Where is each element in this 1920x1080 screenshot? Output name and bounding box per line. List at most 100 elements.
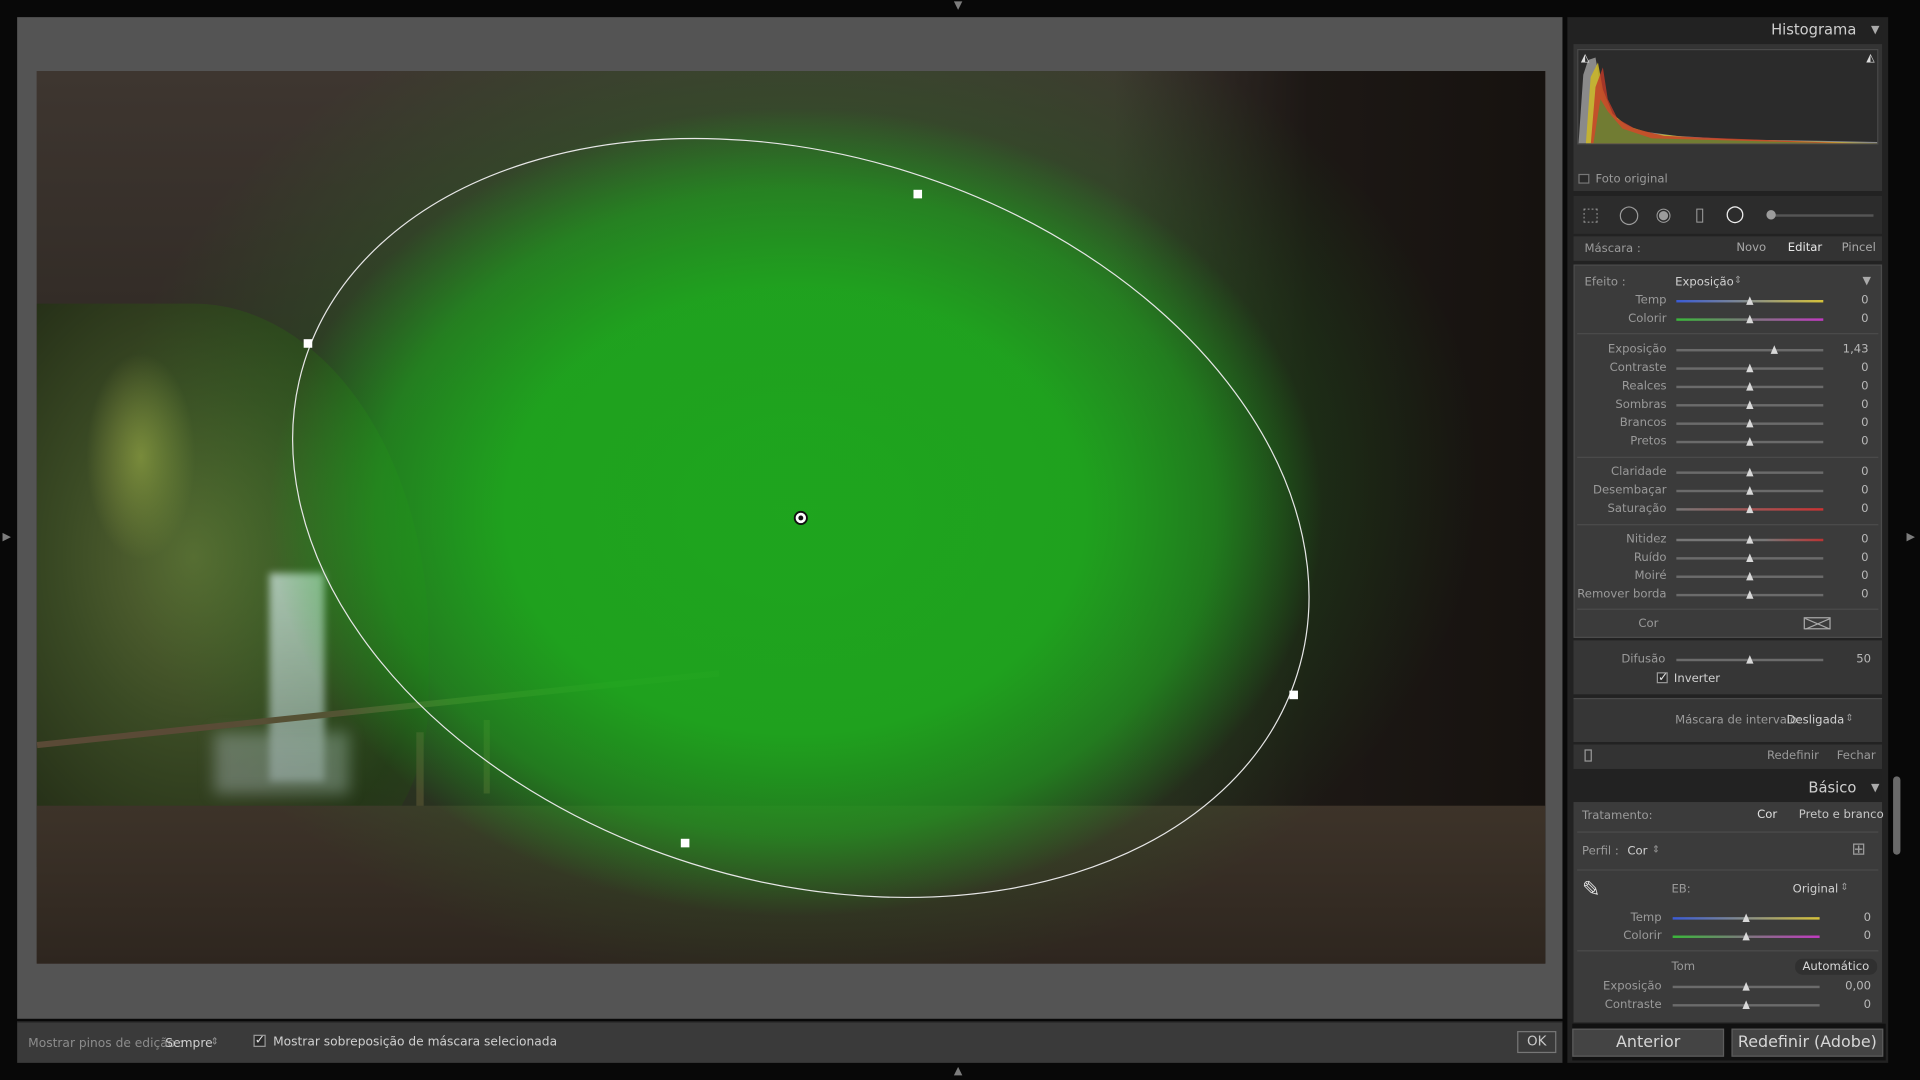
brush-tool-icon[interactable]: ● [1766,208,1777,221]
mask-reset-button[interactable]: Redefinir [1767,749,1819,762]
slider-thumb[interactable] [1745,590,1753,599]
crop-tool-icon[interactable]: ⬚ [1582,203,1599,225]
effect-updown-icon[interactable]: ⇕ [1734,274,1742,285]
mask-brush-button[interactable]: Pincel [1842,241,1876,254]
range-mask-label: Máscara de intervalo: [1675,713,1802,728]
slider-thumb[interactable] [1745,486,1753,495]
slider-track[interactable] [1676,348,1824,352]
slider-thumb[interactable] [1745,418,1753,428]
ellipse-handle-bottom[interactable] [680,838,690,848]
histogram-collapse-icon[interactable]: ▼ [1871,24,1879,36]
show-pins-updown-icon[interactable]: ⇕ [211,1036,219,1047]
red-eye-icon[interactable]: ◉ [1656,203,1672,225]
slider-value[interactable]: 0 [1832,294,1868,307]
slider-value[interactable]: 0 [1832,380,1868,393]
mask-close-button[interactable]: Fechar [1837,749,1876,762]
slider-value[interactable]: 0 [1832,435,1868,448]
slider-thumb[interactable] [1741,913,1750,923]
photo-preview[interactable] [36,71,1546,964]
slider-thumb[interactable] [1770,345,1778,354]
divider [1577,524,1879,526]
ok-button[interactable]: OK [1517,1031,1557,1054]
range-mask-updown-icon[interactable]: ⇕ [1845,713,1853,724]
slider-value[interactable]: 0 [1832,502,1868,515]
ellipse-handle-right[interactable] [1289,690,1298,700]
slider-thumb[interactable] [1745,382,1753,391]
slider-thumb[interactable] [1745,296,1753,305]
mask-edit-button[interactable]: Editar [1788,241,1822,254]
wb-eyedropper-icon[interactable]: ✎ [1582,877,1600,903]
slider-value[interactable]: 0 [1832,398,1868,411]
slider-thumb[interactable] [1745,504,1753,514]
slider-value[interactable]: 0 [1832,551,1868,564]
slider-value[interactable]: 0 [1832,312,1868,325]
slider-thumb[interactable] [1745,553,1753,563]
divider [1577,456,1879,458]
slider-thumb[interactable] [1741,1000,1750,1009]
slider-thumb[interactable] [1745,400,1753,409]
slider-thumb[interactable] [1745,571,1753,581]
slider-value[interactable]: 0,00 [1834,980,1871,993]
show-overlay-checkbox[interactable]: ✓ [253,1034,266,1047]
treatment-color-button[interactable]: Cor [1757,808,1777,821]
slider-value[interactable]: 0 [1832,569,1868,582]
top-panel-toggle-icon[interactable]: ▼ [954,0,962,12]
graduated-filter-icon[interactable]: ▯ [1695,203,1705,225]
slider-value[interactable]: 0 [1832,588,1868,601]
slider-thumb[interactable] [1745,437,1753,446]
reset-adobe-button[interactable]: Redefinir (Adobe) [1731,1028,1884,1057]
histogram-title[interactable]: Histograma [1572,21,1883,38]
filmstrip-toggle-icon[interactable]: ▲ [954,1065,962,1077]
original-photo-checkbox[interactable] [1578,173,1590,184]
show-pins-select[interactable]: Sempre [165,1037,212,1050]
previous-button[interactable]: Anterior [1572,1028,1725,1057]
radial-filter-icon[interactable]: ○ [1725,201,1744,227]
ellipse-handle-top[interactable] [913,189,923,199]
profile-select[interactable]: Cor [1627,845,1647,858]
basic-title[interactable]: Básico [1572,779,1883,796]
slider-thumb[interactable] [1741,931,1750,941]
treatment-bw-button[interactable]: Preto e branco [1799,808,1884,821]
slider-value[interactable]: 0 [1834,998,1871,1011]
slider-thumb[interactable] [1745,467,1753,477]
slider-value[interactable]: 0 [1832,416,1868,429]
show-overlay-label: Mostrar sobreposição de máscara selecion… [273,1035,558,1050]
slider-thumb[interactable] [1741,982,1750,991]
slider-value[interactable]: 0 [1834,929,1871,942]
feather-thumb[interactable] [1745,655,1753,664]
slider-value[interactable]: 1,43 [1832,343,1869,356]
mask-new-button[interactable]: Novo [1736,241,1766,254]
shadow-clipping-icon[interactable]: ◭ [1581,53,1589,65]
mask-panel-toggle-icon[interactable] [1584,749,1592,762]
slider-value[interactable]: 0 [1832,533,1868,546]
brush-tool-slider[interactable] [1770,214,1874,217]
slider-thumb[interactable] [1745,314,1753,324]
profile-browser-icon[interactable]: ⊞ [1851,840,1865,860]
slider-label: Temp [1630,911,1662,925]
feather-label: Difusão [1621,652,1666,667]
invert-checkbox[interactable]: ✓ [1656,672,1668,684]
effect-collapse-icon[interactable]: ▼ [1862,276,1870,288]
profile-updown-icon[interactable]: ⇕ [1652,844,1660,855]
feather-section [1573,640,1883,695]
slider-value[interactable]: 0 [1834,911,1871,924]
ellipse-handle-left[interactable] [303,339,313,348]
highlight-clipping-icon[interactable]: ◭ [1866,53,1874,65]
range-mask-select[interactable]: Desligada [1787,714,1845,727]
effect-select[interactable]: Exposição [1675,276,1734,289]
slider-thumb[interactable] [1745,363,1753,373]
wb-select[interactable]: Original [1793,883,1839,896]
left-panel-toggle-icon[interactable]: ▶ [2,531,10,543]
wb-updown-icon[interactable]: ⇕ [1840,882,1848,893]
basic-collapse-icon[interactable]: ▼ [1871,782,1879,794]
slider-value[interactable]: 0 [1832,484,1868,497]
slider-value[interactable]: 0 [1832,361,1868,374]
slider-thumb[interactable] [1745,535,1753,544]
radial-filter-ellipse[interactable] [37,71,1546,964]
slider-value[interactable]: 0 [1832,465,1868,478]
panel-scrollbar[interactable] [1893,776,1901,855]
slider-label: Colorir [1623,929,1662,943]
right-panel-toggle-icon[interactable]: ▶ [1907,531,1915,543]
auto-tone-button[interactable]: Automático [1795,958,1877,975]
spot-removal-icon[interactable]: ◯ [1619,203,1640,225]
